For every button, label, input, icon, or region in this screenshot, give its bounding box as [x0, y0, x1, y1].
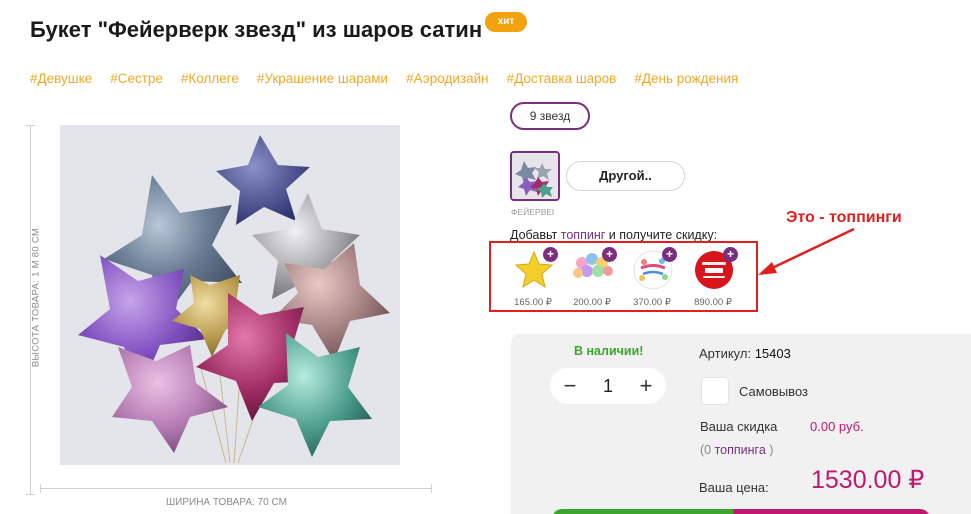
topping-item[interactable]: + 890.00 ₽: [686, 247, 740, 309]
sku-line: Артикул: 15403: [699, 346, 791, 361]
quantity-input[interactable]: [588, 372, 628, 400]
topping-item[interactable]: + 370.00 ₽: [625, 247, 679, 309]
topping-count-close: ): [765, 443, 774, 457]
tag-link[interactable]: #Сестре: [110, 71, 163, 86]
sku-value: 15403: [754, 346, 791, 361]
price-label: Ваша цена:: [699, 480, 769, 495]
tag-link[interactable]: #Украшение шарами: [257, 71, 388, 86]
discount-value: 0.00 руб.: [810, 419, 864, 434]
variant-thumbnail-label: ФЕЙЕРВЕІ: [511, 207, 555, 217]
topping-price: 370.00 ₽: [633, 297, 671, 308]
topping-prompt-text: Добавьт: [510, 228, 561, 242]
variant-thumbnail-selected[interactable]: [510, 151, 560, 201]
topping-count-open: (0: [700, 443, 715, 457]
topping-price: 200.00 ₽: [573, 297, 611, 308]
product-gallery: ВЫСОТА ТОВАРА: 1 М 80 СМ ШИРИНА ТОВАРА: …: [26, 120, 440, 514]
tag-list: #Девушке #Сестре #Коллеге #Украшение шар…: [30, 71, 738, 86]
pickup-label[interactable]: Самовывоз: [739, 384, 808, 399]
annotation-arrow-icon: [758, 227, 855, 275]
topping-link[interactable]: топпинг: [561, 228, 606, 242]
topping-count-link[interactable]: топпинга: [715, 443, 766, 457]
tag-link[interactable]: #Аэродизайн: [406, 71, 489, 86]
width-label: ШИРИНА ТОВАРА: 70 СМ: [166, 497, 287, 508]
add-topping-icon[interactable]: +: [543, 247, 558, 262]
tag-link[interactable]: #День рождения: [634, 71, 738, 86]
sku-label: Артикул:: [699, 346, 755, 361]
other-variant-button[interactable]: Другой..: [566, 161, 685, 191]
topping-count: (0 топпинга ): [700, 443, 773, 457]
product-title: Букет "Фейерверк звезд" из шаров сатин: [30, 17, 483, 42]
toppings-highlight-box: + 165.00 ₽ + 200.00 ₽ + 370.00 ₽ + 890.0…: [489, 241, 758, 312]
width-dimension-line: [40, 484, 432, 493]
increase-quantity-button[interactable]: +: [628, 368, 664, 404]
add-topping-icon[interactable]: +: [662, 247, 677, 262]
price-value: 1530.00 ₽: [811, 466, 925, 494]
balloon-bouquet-thumb-icon: [512, 153, 558, 199]
hit-badge: хит: [485, 12, 527, 32]
topping-price: 890.00 ₽: [694, 297, 732, 308]
balloon-bouquet-image: [60, 125, 400, 465]
decrease-quantity-button[interactable]: −: [552, 368, 588, 404]
topping-price: 165.00 ₽: [514, 297, 552, 308]
tag-link[interactable]: #Доставка шаров: [507, 71, 617, 86]
topping-prompt-text-end: и получите скидку:: [605, 228, 718, 242]
topping-item[interactable]: + 200.00 ₽: [565, 247, 619, 309]
height-label: ВЫСОТА ТОВАРА: 1 М 80 СМ: [30, 227, 42, 368]
quantity-stepper: − +: [550, 368, 666, 404]
tag-link[interactable]: #Коллеге: [181, 71, 239, 86]
discount-label: Ваша скидка: [700, 419, 778, 434]
pickup-checkbox[interactable]: [701, 377, 729, 405]
size-option-9-stars[interactable]: 9 звезд: [510, 102, 590, 130]
add-topping-icon[interactable]: +: [723, 247, 738, 262]
action-buttons-strip[interactable]: [552, 509, 930, 514]
topping-prompt: Добавьт топпинг и получите скидку:: [510, 228, 717, 242]
stock-status: В наличии!: [574, 344, 644, 358]
tag-link[interactable]: #Девушке: [30, 71, 92, 86]
topping-item[interactable]: + 165.00 ₽: [506, 247, 560, 309]
product-photo[interactable]: [60, 125, 400, 465]
add-topping-icon[interactable]: +: [602, 247, 617, 262]
